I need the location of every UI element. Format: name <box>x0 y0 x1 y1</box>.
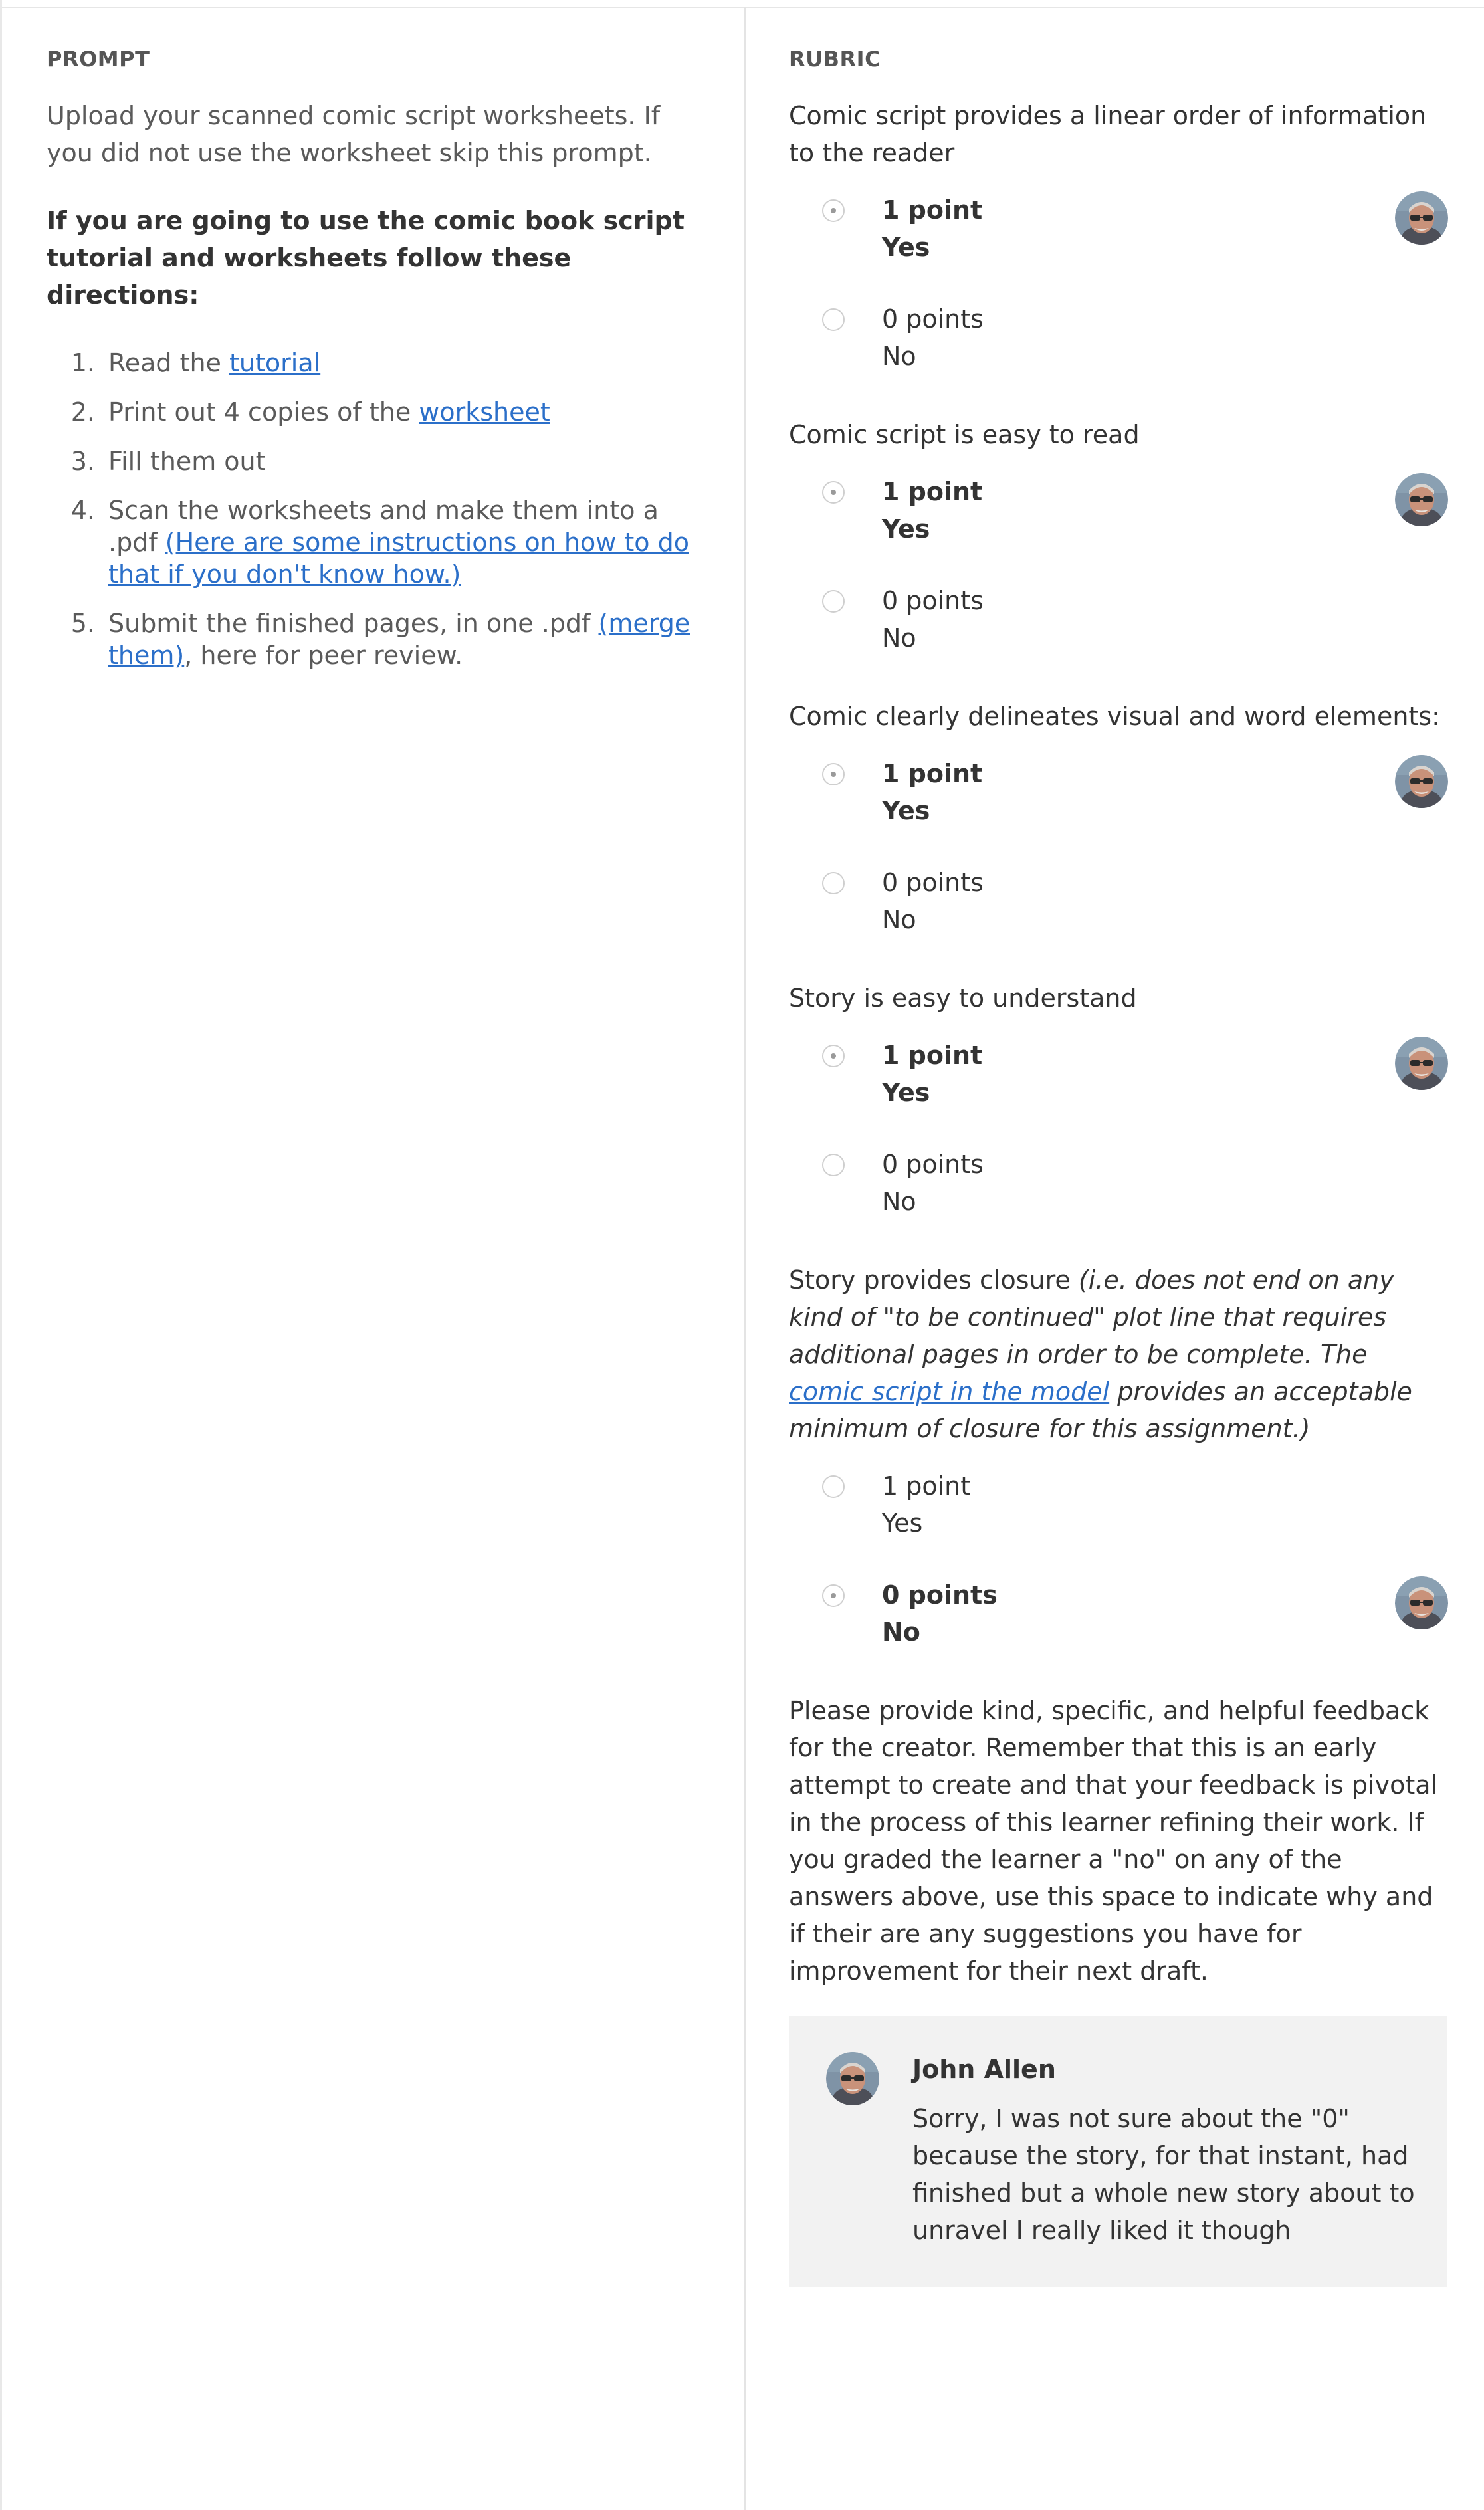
option-label: Yes <box>882 796 930 825</box>
option-label: Yes <box>882 514 930 544</box>
option-points: 1 point <box>882 1471 971 1501</box>
radio-button[interactable] <box>822 1154 845 1176</box>
rubric-criterion: Story provides closure (i.e. does not en… <box>789 1261 1447 1649</box>
reviewer-avatar-icon <box>1395 755 1448 808</box>
rubric-criterion: Comic script provides a linear order of … <box>789 97 1447 373</box>
prompt-column: PROMPT Upload your scanned comic script … <box>47 47 711 688</box>
option-points: 1 point <box>882 477 983 506</box>
radio-button[interactable] <box>822 1045 845 1067</box>
option-points: 0 points <box>882 304 984 334</box>
directions-heading: If you are going to use the comic book s… <box>47 206 685 310</box>
reviewer-avatar-icon <box>826 2052 879 2105</box>
rubric-option-1-point[interactable]: 1 point Yes <box>789 473 1447 546</box>
rubric-criterion: Story is easy to understand 1 point Yes … <box>789 980 1447 1219</box>
feedback-prompt: Please provide kind, specific, and helpf… <box>789 1696 1438 1986</box>
rubric-option-0-points[interactable]: 0 points No <box>789 300 1447 373</box>
reviewer-avatar-icon <box>1395 191 1448 245</box>
worksheet-link[interactable]: worksheet <box>419 397 550 427</box>
radio-button[interactable] <box>822 763 845 785</box>
option-points: 0 points <box>882 868 984 897</box>
comment-author: John Allen <box>912 2055 1056 2084</box>
prompt-heading: PROMPT <box>47 47 150 72</box>
option-label: No <box>882 623 916 653</box>
list-item: 2. Print out 4 copies of the worksheet <box>47 396 711 428</box>
radio-button[interactable] <box>822 481 845 504</box>
steps-list: 1. Read the tutorial 2. Print out 4 copi… <box>47 347 711 671</box>
option-points: 0 points <box>882 1150 984 1179</box>
list-item: 1. Read the tutorial <box>47 347 711 379</box>
comic-script-model-link[interactable]: comic script in the model <box>789 1377 1109 1406</box>
option-label: No <box>882 1187 916 1216</box>
option-points: 0 points <box>882 1580 998 1610</box>
reviewer-comment: John Allen Sorry, I was not sure about t… <box>789 2016 1447 2287</box>
step-number: 4. <box>70 496 95 525</box>
step-number: 2. <box>70 397 95 427</box>
option-label: Yes <box>882 1078 930 1107</box>
step-number: 3. <box>70 447 95 476</box>
option-points: 0 points <box>882 586 984 615</box>
radio-button[interactable] <box>822 308 845 331</box>
step-text: Fill them out <box>108 447 266 476</box>
comment-text: Sorry, I was not sure about the "0" beca… <box>912 2104 1415 2245</box>
option-points: 1 point <box>882 195 983 225</box>
rubric-option-0-points[interactable]: 0 points No <box>789 1576 1447 1649</box>
step-number: 5. <box>70 609 95 638</box>
option-label: No <box>882 342 916 371</box>
rubric-option-0-points[interactable]: 0 points No <box>789 864 1447 937</box>
step-text: Read the <box>108 348 230 377</box>
option-label: No <box>882 1618 920 1647</box>
criterion-title: Story is easy to understand <box>789 984 1137 1013</box>
rubric-criterion: Comic script is easy to read 1 point Yes… <box>789 416 1447 655</box>
option-points: 1 point <box>882 759 983 788</box>
rubric-option-1-point[interactable]: 1 point Yes <box>789 1037 1447 1110</box>
step-text: Submit the finished pages, in one .pdf <box>108 609 599 638</box>
step-number: 1. <box>70 348 95 377</box>
rubric-option-0-points[interactable]: 0 points No <box>789 1146 1447 1219</box>
criterion-title-text: Story provides closure <box>789 1265 1079 1295</box>
reviewer-avatar-icon <box>1395 1037 1448 1090</box>
rubric-criterion: Comic clearly delineates visual and word… <box>789 698 1447 937</box>
left-border <box>0 0 2 2510</box>
rubric-column: RUBRIC Comic script provides a linear or… <box>789 47 1447 2287</box>
column-divider <box>744 7 746 2510</box>
radio-button[interactable] <box>822 590 845 613</box>
tutorial-link[interactable]: tutorial <box>229 348 320 377</box>
prompt-intro: Upload your scanned comic script workshe… <box>47 101 661 167</box>
step-text-tail: , here for peer review. <box>184 641 463 670</box>
list-item: 3. Fill them out <box>47 445 711 477</box>
radio-button[interactable] <box>822 1475 845 1498</box>
top-border <box>0 0 1484 8</box>
rubric-heading: RUBRIC <box>789 47 881 72</box>
criterion-title: Story provides closure (i.e. does not en… <box>789 1261 1447 1447</box>
reviewer-avatar-icon <box>1395 1576 1448 1629</box>
rubric-option-1-point[interactable]: 1 point Yes <box>789 755 1447 828</box>
reviewer-avatar-icon <box>1395 473 1448 526</box>
radio-button[interactable] <box>822 199 845 222</box>
pdf-instructions-link[interactable]: (Here are some instructions on how to do… <box>108 528 689 589</box>
list-item: 5. Submit the finished pages, in one .pd… <box>47 607 711 671</box>
option-label: Yes <box>882 233 930 262</box>
criterion-title: Comic clearly delineates visual and word… <box>789 702 1440 731</box>
criterion-title: Comic script is easy to read <box>789 420 1140 449</box>
radio-button[interactable] <box>822 1584 845 1607</box>
rubric-option-1-point[interactable]: 1 point Yes <box>789 191 1447 264</box>
list-item: 4. Scan the worksheets and make them int… <box>47 494 711 590</box>
rubric-option-0-points[interactable]: 0 points No <box>789 582 1447 655</box>
criterion-title: Comic script provides a linear order of … <box>789 101 1427 167</box>
radio-button[interactable] <box>822 872 845 894</box>
option-label: No <box>882 905 916 934</box>
rubric-option-1-point[interactable]: 1 point Yes <box>789 1467 1447 1540</box>
option-points: 1 point <box>882 1041 983 1070</box>
step-text: Print out 4 copies of the <box>108 397 419 427</box>
option-label: Yes <box>882 1509 923 1538</box>
